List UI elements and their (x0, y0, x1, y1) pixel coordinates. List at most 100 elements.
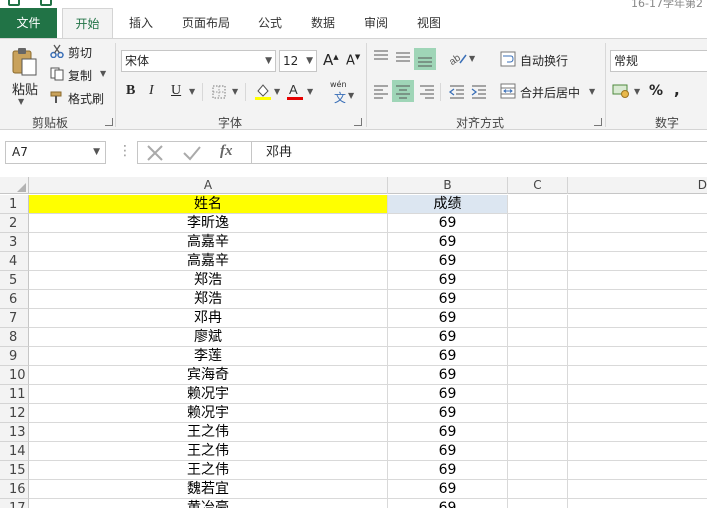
borders-dropdown-icon[interactable]: ▼ (232, 87, 238, 96)
empty-cell[interactable] (508, 290, 568, 309)
empty-cell[interactable] (508, 385, 568, 404)
row-header[interactable]: 5 (0, 271, 29, 290)
insert-function-icon[interactable]: fx (220, 143, 233, 160)
merge-center-button[interactable]: 合并后居中 (520, 84, 580, 101)
score-cell[interactable]: 69 (388, 480, 508, 499)
empty-cell[interactable] (508, 461, 568, 480)
empty-cell[interactable] (568, 252, 707, 271)
score-cell[interactable]: 69 (388, 271, 508, 290)
font-size-select[interactable]: 12 ▼ (279, 50, 317, 72)
row-header[interactable]: 11 (0, 385, 29, 404)
empty-cell[interactable] (568, 195, 707, 214)
name-cell[interactable]: 郑浩 (29, 290, 388, 309)
align-top-icon[interactable] (372, 49, 390, 68)
copy-dropdown-icon[interactable]: ▼ (100, 69, 106, 78)
italic-button[interactable]: I (149, 83, 154, 99)
name-cell[interactable]: 邓冉 (29, 309, 388, 328)
empty-cell[interactable] (508, 366, 568, 385)
accounting-format-icon[interactable] (612, 82, 632, 101)
row-header[interactable]: 15 (0, 461, 29, 480)
more-options-icon[interactable]: ⋮ (118, 144, 132, 158)
name-cell[interactable]: 王之伟 (29, 442, 388, 461)
font-color-icon[interactable]: A (286, 81, 304, 104)
row-header[interactable]: 2 (0, 214, 29, 233)
empty-cell[interactable] (568, 214, 707, 233)
empty-cell[interactable] (568, 480, 707, 499)
empty-cell[interactable] (568, 347, 707, 366)
tab-page-layout[interactable]: 页面布局 (171, 8, 241, 38)
empty-cell[interactable] (568, 404, 707, 423)
score-cell[interactable]: 69 (388, 404, 508, 423)
name-cell[interactable]: 宾海奇 (29, 366, 388, 385)
empty-cell[interactable] (568, 499, 707, 508)
format-painter-button[interactable]: 格式刷 (68, 90, 104, 107)
orientation-icon[interactable]: ab (447, 49, 468, 70)
row-header[interactable]: 8 (0, 328, 29, 347)
empty-cell[interactable] (568, 385, 707, 404)
column-header-d[interactable]: D (568, 177, 707, 194)
empty-cell[interactable] (508, 404, 568, 423)
align-center-icon[interactable] (392, 80, 414, 102)
name-cell[interactable]: 王之伟 (29, 461, 388, 480)
name-cell[interactable]: 郑浩 (29, 271, 388, 290)
enter-check-icon[interactable] (182, 145, 202, 164)
copy-button[interactable]: 复制 (68, 67, 92, 84)
tab-data[interactable]: 数据 (301, 8, 345, 38)
tab-review[interactable]: 审阅 (354, 8, 398, 38)
name-cell[interactable]: 廖斌 (29, 328, 388, 347)
row-header[interactable]: 12 (0, 404, 29, 423)
empty-cell[interactable] (508, 309, 568, 328)
score-cell[interactable]: 69 (388, 233, 508, 252)
orientation-dropdown-icon[interactable]: ▼ (469, 54, 475, 63)
empty-cell[interactable] (508, 252, 568, 271)
underline-dropdown-icon[interactable]: ▼ (189, 87, 195, 96)
empty-cell[interactable] (568, 233, 707, 252)
cancel-icon[interactable] (146, 145, 164, 164)
column-header-b[interactable]: B (388, 177, 508, 194)
empty-cell[interactable] (508, 195, 568, 214)
header-cell-name[interactable]: 姓名 (29, 195, 388, 214)
percent-style-button[interactable]: % (649, 83, 663, 99)
score-cell[interactable]: 69 (388, 252, 508, 271)
row-header[interactable]: 10 (0, 366, 29, 385)
score-cell[interactable]: 69 (388, 461, 508, 480)
name-cell[interactable]: 魏若宜 (29, 480, 388, 499)
empty-cell[interactable] (508, 423, 568, 442)
paste-dropdown-icon[interactable]: ▼ (18, 97, 24, 106)
tab-file[interactable]: 文件 (0, 8, 57, 38)
fill-color-icon[interactable] (254, 81, 272, 104)
score-cell[interactable]: 69 (388, 214, 508, 233)
row-header[interactable]: 9 (0, 347, 29, 366)
font-color-dropdown-icon[interactable]: ▼ (307, 87, 313, 96)
score-cell[interactable]: 69 (388, 328, 508, 347)
name-cell[interactable]: 高嘉辛 (29, 233, 388, 252)
merge-dropdown-icon[interactable]: ▼ (589, 87, 595, 96)
name-cell[interactable]: 高嘉辛 (29, 252, 388, 271)
empty-cell[interactable] (508, 499, 568, 508)
empty-cell[interactable] (508, 442, 568, 461)
row-header[interactable]: 3 (0, 233, 29, 252)
score-cell[interactable]: 69 (388, 442, 508, 461)
select-all-button[interactable] (0, 177, 29, 194)
paste-button[interactable]: 粘贴 (12, 79, 38, 98)
header-cell-score[interactable]: 成绩 (388, 195, 508, 214)
empty-cell[interactable] (568, 461, 707, 480)
name-cell[interactable]: 赖况宇 (29, 385, 388, 404)
phonetic-guide-button[interactable]: 文 (334, 89, 346, 106)
grow-font-icon[interactable]: A▲ (323, 51, 339, 69)
formula-input[interactable]: 邓冉 (252, 141, 707, 164)
phonetic-dropdown-icon[interactable]: ▼ (348, 91, 354, 100)
score-cell[interactable]: 69 (388, 423, 508, 442)
row-header[interactable]: 1 (0, 195, 29, 214)
row-header[interactable]: 14 (0, 442, 29, 461)
row-header[interactable]: 17 (0, 499, 29, 508)
wrap-text-button[interactable]: 自动换行 (520, 52, 568, 69)
accounting-dropdown-icon[interactable]: ▼ (634, 87, 640, 96)
align-right-icon[interactable] (418, 83, 436, 102)
tab-insert[interactable]: 插入 (117, 8, 165, 38)
row-header[interactable]: 16 (0, 480, 29, 499)
score-cell[interactable]: 69 (388, 499, 508, 508)
row-header[interactable]: 7 (0, 309, 29, 328)
empty-cell[interactable] (508, 328, 568, 347)
empty-cell[interactable] (568, 271, 707, 290)
